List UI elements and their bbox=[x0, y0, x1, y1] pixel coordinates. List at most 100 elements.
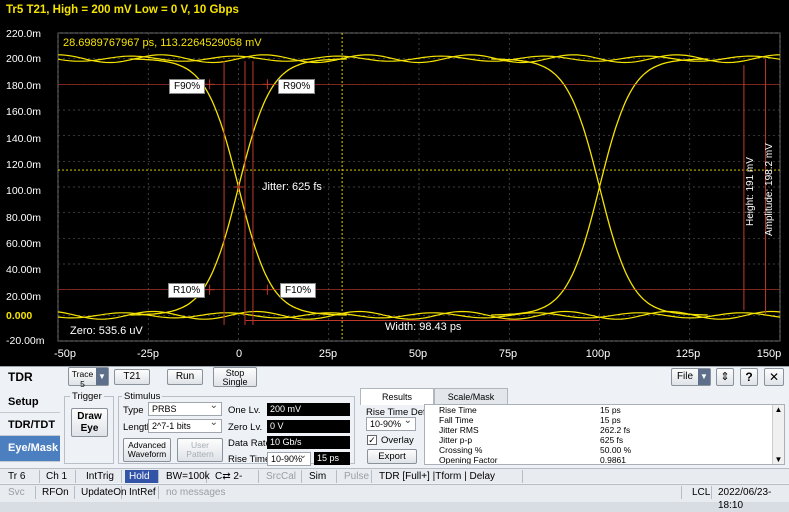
result-name: Rise Time bbox=[439, 405, 477, 415]
status-calibration[interactable]: C⇄ 2-Port bbox=[211, 470, 259, 495]
status-update-on[interactable]: UpdateOn bbox=[77, 486, 127, 499]
stop-single-button[interactable]: Stop Single bbox=[213, 367, 257, 387]
eye-diagram-display[interactable]: Tr5 T21, High = 200 mV Low = 0 V, 10 Gbp… bbox=[0, 0, 789, 366]
scroll-down-icon[interactable]: ▼ bbox=[773, 455, 784, 464]
status-hold[interactable]: Hold bbox=[125, 470, 159, 483]
table-row: Crossing % 50.00 % bbox=[425, 445, 784, 455]
result-name: Fall Time bbox=[439, 415, 474, 425]
status-trace[interactable]: Tr 6 bbox=[4, 470, 40, 483]
advanced-waveform-button[interactable]: Advanced Waveform bbox=[123, 438, 171, 462]
status-srccal[interactable]: SrcCal bbox=[262, 470, 302, 483]
result-value: 262.2 fs bbox=[600, 425, 631, 435]
help-button[interactable]: ? bbox=[740, 368, 758, 386]
data-rate-label: Data Rate bbox=[228, 438, 271, 449]
y-tick-label: 140.0m bbox=[6, 133, 42, 145]
rise-time-label: Rise Time bbox=[228, 454, 271, 465]
trace-select-button[interactable]: Trace 5 ▼ bbox=[68, 367, 109, 389]
type-label: Type bbox=[123, 405, 144, 416]
status-bar-secondary: Svc RFOn UpdateOn IntRef no messages LCL… bbox=[0, 484, 789, 511]
status-bandwidth[interactable]: BW=100k bbox=[162, 470, 210, 483]
status-trigger[interactable]: IntTrig bbox=[82, 470, 122, 483]
tab-results[interactable]: Results bbox=[360, 388, 434, 405]
r90-marker-tag[interactable]: R90% bbox=[278, 79, 316, 94]
marker-readout: 28.6989767967 ps, 113.2264529058 mV bbox=[63, 37, 262, 49]
one-level-field[interactable]: 200 mV bbox=[267, 403, 350, 416]
table-row: Fall Time 15 ps bbox=[425, 415, 784, 425]
x-tick-label: 75p bbox=[498, 348, 518, 360]
t21-button[interactable]: T21 bbox=[114, 369, 150, 385]
x-tick-label: 100p bbox=[585, 348, 611, 360]
result-name: Jitter RMS bbox=[439, 425, 479, 435]
run-button[interactable]: Run bbox=[167, 369, 203, 385]
x-tick-label: -25p bbox=[136, 348, 160, 360]
tab-eye-mask[interactable]: Eye/Mask bbox=[0, 436, 60, 462]
overlay-checkbox[interactable]: ✓ bbox=[367, 435, 377, 445]
zero-level-field[interactable]: 0 V bbox=[267, 420, 350, 433]
status-pulse[interactable]: Pulse bbox=[340, 470, 372, 483]
result-value: 0.9861 bbox=[600, 455, 626, 465]
result-value: 625 fs bbox=[600, 435, 624, 445]
length-select[interactable]: 2^7-1 bits bbox=[148, 417, 222, 433]
tab-scale-mask[interactable]: Scale/Mask bbox=[434, 388, 508, 405]
user-pattern-button[interactable]: User Pattern bbox=[177, 438, 223, 462]
close-button[interactable]: ✕ bbox=[764, 368, 784, 386]
f90-marker-tag[interactable]: F90% bbox=[169, 79, 206, 94]
mode-label: TDR bbox=[8, 370, 33, 384]
result-name: Crossing % bbox=[439, 445, 483, 455]
status-channel[interactable]: Ch 1 bbox=[42, 470, 76, 483]
tab-tdr-tdt[interactable]: TDR/TDT bbox=[0, 413, 60, 436]
x-tick-label: 0 bbox=[235, 348, 243, 360]
x-tick-label: 25p bbox=[318, 348, 338, 360]
tab-setup[interactable]: Setup bbox=[0, 390, 60, 413]
r10-marker-tag[interactable]: R10% bbox=[168, 283, 206, 298]
result-name: Opening Factor bbox=[439, 455, 498, 465]
eye-diagram-plot bbox=[57, 32, 781, 342]
data-rate-field[interactable]: 10 Gb/s bbox=[267, 436, 350, 449]
rise-time-def-select[interactable]: 10-90% bbox=[267, 450, 311, 466]
panel-tabs: Setup TDR/TDT Eye/Mask bbox=[0, 390, 60, 462]
y-tick-label: 180.0m bbox=[6, 80, 42, 92]
jitter-readout: Jitter: 625 fs bbox=[262, 181, 322, 193]
one-level-label: One Lv. bbox=[228, 405, 261, 416]
y-tick-label: 20.00m bbox=[6, 291, 42, 303]
eye-width-readout: Width: 98.43 ps bbox=[385, 321, 462, 333]
export-button[interactable]: Export bbox=[367, 449, 417, 464]
status-sim[interactable]: Sim bbox=[305, 470, 337, 483]
type-select[interactable]: PRBS bbox=[148, 400, 222, 416]
rise-def-select[interactable]: 10-90% bbox=[366, 415, 416, 431]
y-tick-label: 120.0m bbox=[6, 159, 42, 171]
zero-level-label: Zero Lv. bbox=[228, 422, 263, 433]
rise-time-field[interactable]: 15 ps bbox=[314, 452, 350, 465]
result-name: Jitter p-p bbox=[439, 435, 473, 445]
y-tick-label: 40.00m bbox=[6, 264, 42, 276]
status-tdr-mode[interactable]: TDR [Full+] |Tform | Delay bbox=[375, 470, 523, 483]
table-row: Opening Factor 0.9861 bbox=[425, 455, 784, 465]
x-tick-label: 50p bbox=[408, 348, 428, 360]
status-lcl: LCL bbox=[688, 486, 712, 499]
table-row: Jitter RMS 262.2 fs bbox=[425, 425, 784, 435]
status-messages: no messages bbox=[162, 486, 682, 499]
y-tick-label: 60.00m bbox=[6, 238, 42, 250]
status-int-ref[interactable]: IntRef bbox=[125, 486, 159, 499]
high-level-trace bbox=[57, 55, 781, 62]
trigger-title: Trigger bbox=[70, 391, 104, 402]
x-tick-label: 125p bbox=[675, 348, 701, 360]
status-svc: Svc bbox=[4, 486, 36, 499]
stimulus-title: Stimulus bbox=[122, 391, 163, 402]
trace-title: Tr5 T21, High = 200 mV Low = 0 V, 10 Gbp… bbox=[6, 4, 239, 16]
results-scrollbar[interactable]: ▲ ▼ bbox=[772, 405, 784, 464]
move-panel-icon[interactable]: ⇕ bbox=[716, 368, 734, 386]
status-datetime: 2022/06/23-18:10 bbox=[718, 487, 772, 511]
status-rf-on[interactable]: RFOn bbox=[38, 486, 75, 499]
table-row: Jitter p-p 625 fs bbox=[425, 435, 784, 445]
file-menu-button[interactable]: File ▼ bbox=[671, 368, 711, 386]
f10-marker-tag[interactable]: F10% bbox=[280, 283, 317, 298]
overlay-label: Overlay bbox=[381, 435, 414, 446]
scroll-up-icon[interactable]: ▲ bbox=[773, 405, 784, 414]
y-tick-label: -20.00m bbox=[6, 335, 45, 347]
y-tick-label: 160.0m bbox=[6, 106, 42, 118]
result-value: 50.00 % bbox=[600, 445, 632, 455]
result-value: 15 ps bbox=[600, 415, 621, 425]
draw-eye-button[interactable]: Draw Eye bbox=[71, 408, 108, 437]
zero-level-readout: Zero: 535.6 uV bbox=[70, 325, 143, 337]
